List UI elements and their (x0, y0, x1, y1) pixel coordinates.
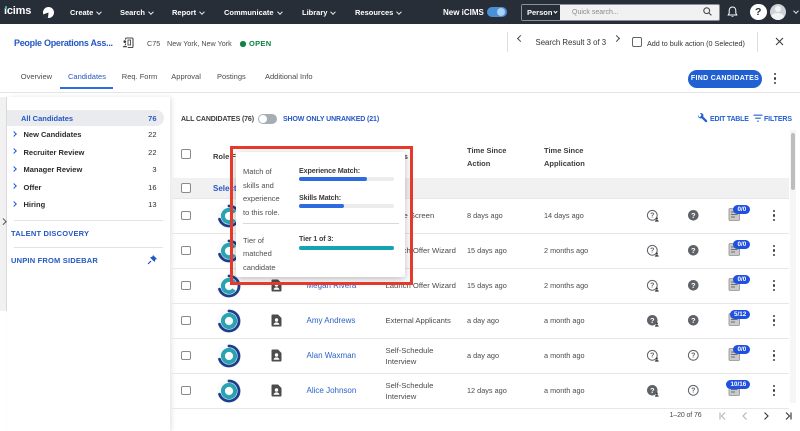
svg-text:?: ? (650, 386, 655, 395)
svg-text:?: ? (691, 316, 696, 325)
svg-text:?: ? (650, 316, 655, 325)
svg-text:?: ? (691, 281, 696, 290)
svg-text:?: ? (650, 248, 654, 255)
svg-text:?: ? (691, 353, 695, 360)
svg-text:?: ? (650, 353, 654, 360)
svg-text:?: ? (691, 388, 695, 395)
svg-text:?: ? (691, 246, 696, 255)
svg-text:?: ? (691, 211, 696, 220)
svg-text:?: ? (650, 283, 654, 290)
svg-text:?: ? (650, 213, 654, 220)
